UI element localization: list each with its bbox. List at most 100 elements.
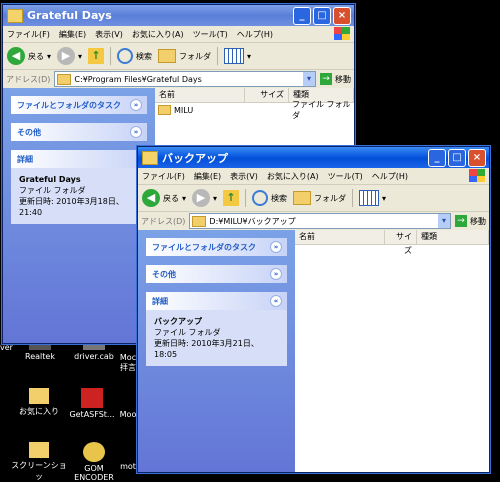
folders-icon bbox=[293, 191, 312, 205]
search-button[interactable]: 検索 bbox=[117, 48, 152, 64]
details-panel-header[interactable]: 詳細 bbox=[11, 150, 147, 168]
back-arrow-icon: ◀ bbox=[142, 189, 160, 207]
go-button[interactable]: → 移動 bbox=[320, 73, 351, 85]
back-button[interactable]: ◀ 戻る ▾ bbox=[142, 189, 186, 207]
toolbar-separator bbox=[217, 47, 219, 65]
title-bar[interactable]: バックアップ _ □ × bbox=[138, 147, 489, 168]
maximize-button[interactable]: □ bbox=[313, 7, 331, 25]
go-button[interactable]: → 移動 bbox=[455, 215, 486, 227]
menu-help[interactable]: ヘルプ(H) bbox=[372, 171, 408, 182]
column-size[interactable]: サイズ bbox=[245, 88, 289, 102]
file-list[interactable]: 名前 サイズ 種類 bbox=[295, 230, 489, 472]
menu-edit[interactable]: 編集(E) bbox=[194, 171, 221, 182]
details-panel-header[interactable]: 詳細 « bbox=[146, 292, 287, 310]
windows-logo-icon bbox=[469, 169, 485, 182]
menu-bar: ファイル(F) 編集(E) 表示(V) お気に入り(A) ツール(T) ヘルプ(… bbox=[3, 26, 354, 43]
menu-view[interactable]: 表示(V) bbox=[230, 171, 258, 182]
desktop-icon[interactable]: GetASFSt... bbox=[66, 388, 118, 419]
views-button[interactable]: ▾ bbox=[359, 190, 386, 206]
menu-edit[interactable]: 編集(E) bbox=[59, 29, 86, 40]
desktop-icon-label: ENCODER bbox=[74, 473, 114, 482]
back-button[interactable]: ◀ 戻る ▾ bbox=[7, 47, 51, 65]
menu-file[interactable]: ファイル(F) bbox=[7, 29, 50, 40]
up-folder-button[interactable]: ↑ bbox=[88, 48, 105, 64]
title-bar[interactable]: Grateful Days _ □ × bbox=[3, 5, 354, 26]
address-input[interactable]: D:¥MILU¥バックアップ ▾ bbox=[189, 213, 451, 229]
search-icon bbox=[117, 48, 134, 64]
other-panel: その他 » bbox=[146, 265, 287, 283]
column-size[interactable]: サイズ bbox=[385, 230, 417, 255]
address-bar: アドレス(D) C:¥Program Files¥Grateful Days ▾… bbox=[3, 70, 354, 89]
close-button[interactable]: × bbox=[333, 7, 351, 25]
other-panel-header[interactable]: その他 » bbox=[146, 265, 287, 283]
back-label: 戻る bbox=[28, 51, 44, 61]
content-area: ファイルとフォルダのタスク » その他 » 詳細 « バックアップ ファイル フォルダ… bbox=[138, 230, 489, 472]
tasks-panel-header[interactable]: ファイルとフォルダのタスク » bbox=[146, 238, 287, 256]
explorer-window-backup[interactable]: バックアップ _ □ × ファイル(F) 編集(E) 表示(V) お気に入り(A… bbox=[137, 146, 490, 473]
folder-icon bbox=[29, 442, 49, 458]
menu-tools[interactable]: ツール(T) bbox=[328, 171, 363, 182]
window-title: Grateful Days bbox=[27, 9, 112, 22]
address-value: D:¥MILU¥バックアップ bbox=[209, 216, 296, 226]
minimize-button[interactable]: _ bbox=[428, 149, 446, 167]
chevron-down-icon[interactable]: » bbox=[270, 268, 282, 280]
menu-tools[interactable]: ツール(T) bbox=[193, 29, 228, 40]
close-button[interactable]: × bbox=[468, 149, 486, 167]
chevron-down-icon[interactable]: » bbox=[270, 241, 282, 253]
menu-view[interactable]: 表示(V) bbox=[95, 29, 123, 40]
folder-icon bbox=[158, 105, 171, 115]
toolbar: ◀ 戻る ▾ ▶ ▾ ↑ 検索 フォルダ ▾ bbox=[3, 43, 354, 70]
folder-icon bbox=[142, 150, 158, 165]
desktop-icon[interactable]: GOM ENCODER bbox=[72, 442, 116, 482]
menu-favorites[interactable]: お気に入り(A) bbox=[267, 171, 319, 182]
forward-arrow-icon: ▶ bbox=[192, 189, 211, 207]
gom-encoder-icon bbox=[83, 442, 105, 462]
column-type[interactable]: 種類 bbox=[417, 230, 489, 244]
menu-file[interactable]: ファイル(F) bbox=[142, 171, 185, 182]
forward-button[interactable]: ▶ ▾ bbox=[57, 47, 82, 65]
address-dropdown-button[interactable]: ▾ bbox=[303, 72, 315, 86]
search-button[interactable]: 検索 bbox=[252, 190, 287, 206]
up-folder-button[interactable]: ↑ bbox=[223, 190, 240, 206]
views-button[interactable]: ▾ bbox=[224, 48, 251, 64]
menu-favorites[interactable]: お気に入り(A) bbox=[132, 29, 184, 40]
tasks-panel-header[interactable]: ファイルとフォルダのタスク » bbox=[11, 96, 147, 114]
desktop-icon[interactable]: mot bbox=[118, 462, 138, 471]
desktop-icon[interactable]: ver bbox=[0, 343, 13, 352]
desktop-icon[interactable]: お気に入り bbox=[14, 388, 64, 417]
folder-icon bbox=[29, 388, 49, 404]
toolbar-separator bbox=[110, 47, 112, 65]
desktop-icon-label: Moc bbox=[119, 353, 137, 362]
folders-label: フォルダ bbox=[179, 51, 212, 61]
details-name: バックアップ bbox=[154, 317, 202, 326]
chevron-up-icon[interactable]: « bbox=[270, 295, 282, 307]
details-type: ファイル フォルダ bbox=[19, 186, 86, 195]
folder-icon bbox=[57, 73, 72, 85]
address-bar: アドレス(D) D:¥MILU¥バックアップ ▾ → 移動 bbox=[138, 212, 489, 231]
menu-help[interactable]: ヘルプ(H) bbox=[237, 29, 273, 40]
chevron-down-icon[interactable]: » bbox=[130, 99, 142, 111]
minimize-button[interactable]: _ bbox=[293, 7, 311, 25]
column-name[interactable]: 名前 bbox=[155, 88, 245, 102]
folders-button[interactable]: フォルダ bbox=[293, 191, 346, 205]
desktop-icon[interactable]: スクリーンショッ bbox=[8, 442, 70, 482]
chevron-down-icon: ▾ bbox=[78, 51, 83, 61]
address-input[interactable]: C:¥Program Files¥Grateful Days ▾ bbox=[54, 71, 316, 87]
maximize-button[interactable]: □ bbox=[448, 149, 466, 167]
details-name: Grateful Days bbox=[19, 175, 81, 184]
forward-arrow-icon: ▶ bbox=[57, 47, 76, 65]
desktop-icon-label: 拝言 bbox=[120, 363, 136, 372]
forward-button[interactable]: ▶ ▾ bbox=[192, 189, 217, 207]
address-dropdown-button[interactable]: ▾ bbox=[438, 214, 450, 228]
file-row[interactable]: MILU ファイル フォルダ bbox=[155, 100, 354, 120]
other-panel-header[interactable]: その他 » bbox=[11, 123, 147, 141]
column-name[interactable]: 名前 bbox=[295, 230, 385, 244]
details-panel: 詳細 « バックアップ ファイル フォルダ 更新日時: 2010年3月21日、18… bbox=[146, 292, 287, 366]
desktop-icon[interactable]: Moo bbox=[118, 410, 138, 419]
address-label: アドレス(D) bbox=[6, 74, 51, 84]
folders-icon bbox=[158, 49, 177, 63]
folders-button[interactable]: フォルダ bbox=[158, 49, 211, 63]
views-icon bbox=[224, 48, 245, 64]
chevron-down-icon[interactable]: » bbox=[130, 126, 142, 138]
desktop-icon[interactable]: Moc 拝言 bbox=[118, 353, 138, 373]
